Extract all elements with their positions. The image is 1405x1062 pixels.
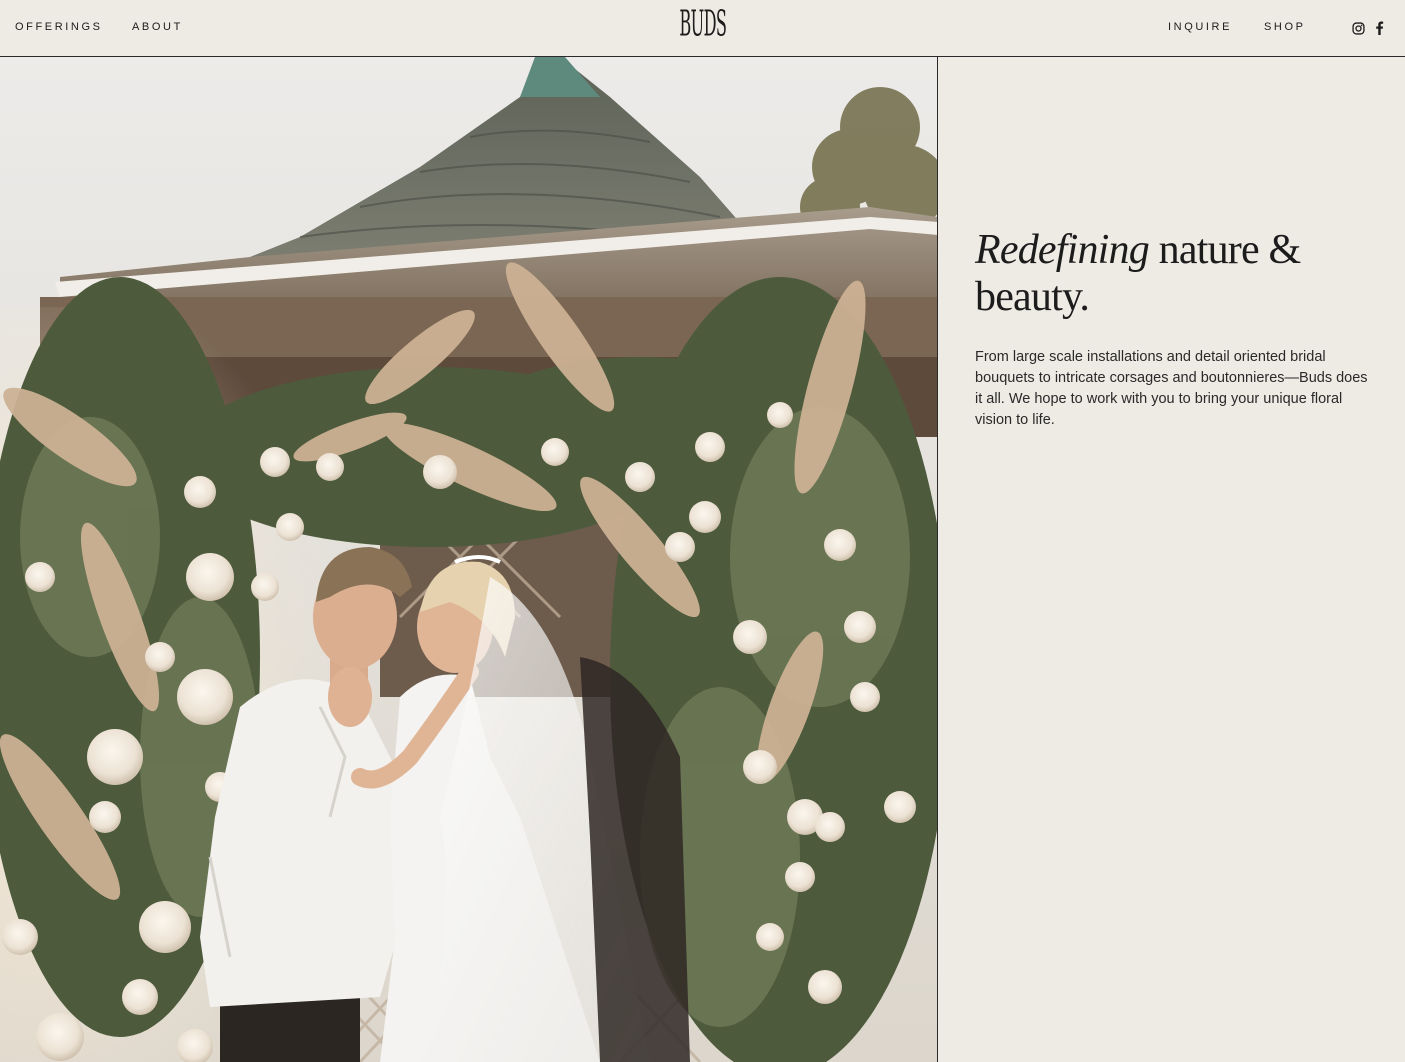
nav-inquire[interactable]: INQUIRE — [1168, 21, 1232, 33]
facebook-icon[interactable] — [1370, 19, 1388, 37]
headline-italic: Redefining — [975, 227, 1150, 273]
headline: Redefining nature & beauty. — [975, 227, 1375, 321]
intro-paragraph: From large scale installations and detai… — [975, 349, 1368, 428]
hero-image — [0, 57, 938, 1062]
site-logo[interactable]: BUDS — [679, 6, 727, 44]
site-header: OFFERINGS ABOUT BUDS INQUIRE SHOP — [0, 0, 1405, 57]
instagram-icon[interactable] — [1349, 19, 1367, 37]
nav-about[interactable]: ABOUT — [132, 21, 183, 33]
wedding-photo — [0, 57, 937, 1062]
nav-shop[interactable]: SHOP — [1264, 21, 1306, 33]
nav-offerings[interactable]: OFFERINGS — [15, 21, 103, 33]
intro-panel: Redefining nature & beauty. From large s… — [939, 57, 1405, 1062]
